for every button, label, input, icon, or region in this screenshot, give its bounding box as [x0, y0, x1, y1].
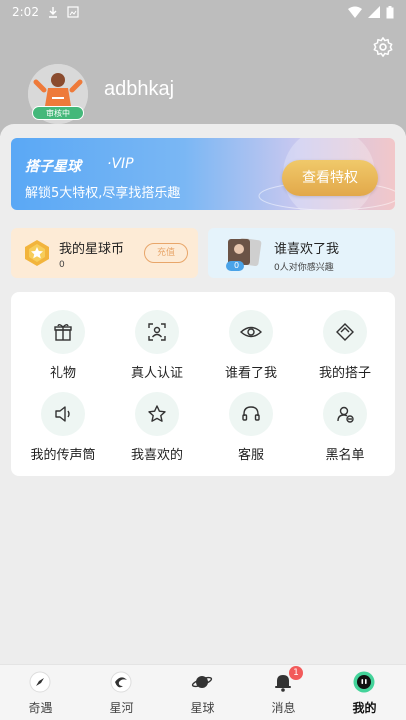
nav-item-planet[interactable]: 星球 — [162, 665, 243, 720]
feature-label: 我的搭子 — [318, 366, 371, 381]
signal-icon — [368, 6, 380, 18]
vip-brand: 搭子星球 — [25, 159, 81, 175]
vip-tag: ·VIP — [107, 156, 134, 172]
nav-label: 星河 — [109, 701, 134, 715]
bottom-nav: 奇遇 星河 星球 1 消息 我的 — [0, 664, 406, 720]
nav-item-profile[interactable]: 我的 — [324, 665, 405, 720]
profile-icon — [353, 671, 375, 693]
liker-avatars — [226, 237, 262, 271]
likes-card[interactable]: 0 谁喜欢了我 0人对你感兴趣 — [208, 228, 395, 278]
nav-item-galaxy[interactable]: 星河 — [81, 665, 162, 720]
gift-icon — [54, 324, 72, 341]
nav-item-encounter[interactable]: 奇遇 — [0, 665, 81, 720]
blacklist-icon — [337, 406, 354, 423]
profile-header: 审核中 adbhkaj — [0, 24, 406, 136]
headset-icon — [242, 406, 260, 421]
planet-icon — [191, 676, 213, 688]
feature-viewers[interactable]: 谁看了我 — [203, 302, 299, 386]
face-verify-icon — [148, 323, 166, 341]
feature-speaker[interactable]: 我的传声筒 — [15, 384, 111, 468]
likes-subtitle: 0人对你感兴趣 — [274, 263, 334, 273]
speaker-icon — [55, 406, 70, 422]
review-status-badge: 审核中 — [32, 106, 84, 120]
coins-card[interactable]: 我的星球币 0 充值 — [11, 228, 198, 278]
coins-value: 0 — [59, 260, 65, 270]
status-time: 2:02 — [12, 5, 39, 19]
battery-icon — [386, 5, 394, 18]
feature-favorites[interactable]: 我喜欢的 — [109, 384, 205, 468]
feature-label: 礼物 — [49, 366, 76, 381]
status-bar: 2:02 — [0, 0, 406, 24]
vip-banner[interactable]: 搭子星球 ·VIP 解锁5大特权,尽享找搭乐趣 查看特权 — [11, 138, 395, 210]
feature-label: 我喜欢的 — [130, 448, 183, 463]
feature-blacklist[interactable]: 黑名单 — [297, 384, 393, 468]
view-privileges-button[interactable]: 查看特权 — [282, 160, 378, 196]
main-content: 搭子星球 ·VIP 解锁5大特权,尽享找搭乐趣 查看特权 我的星球币 0 充值 … — [0, 124, 406, 664]
feature-gift[interactable]: 礼物 — [15, 302, 111, 386]
vip-description: 解锁5大特权,尽享找搭乐趣 — [25, 186, 181, 201]
nav-label: 奇遇 — [28, 701, 53, 715]
username: adbhkaj — [104, 78, 175, 100]
feature-partners[interactable]: 我的搭子 — [297, 302, 393, 386]
wifi-icon — [348, 6, 362, 18]
feature-label: 我的传声筒 — [30, 448, 96, 463]
nav-item-messages[interactable]: 1 消息 — [243, 665, 324, 720]
nav-label: 我的 — [352, 701, 377, 715]
coin-icon — [25, 240, 49, 266]
likes-title: 谁喜欢了我 — [274, 242, 340, 257]
partner-icon — [336, 323, 354, 341]
eye-icon — [240, 326, 262, 338]
recharge-button[interactable]: 充值 — [144, 243, 188, 263]
feature-label: 真人认证 — [130, 366, 183, 381]
compass-icon — [29, 671, 51, 693]
star-icon — [148, 405, 166, 422]
likes-count-badge: 0 — [234, 261, 240, 270]
gear-icon[interactable] — [372, 36, 394, 58]
feature-grid: 礼物 真人认证 谁看了我 我的搭子 我的传声筒 我喜欢的 客服 黑名单 — [11, 292, 395, 476]
nav-label: 星球 — [190, 701, 215, 715]
image-icon — [67, 6, 79, 18]
feature-verify[interactable]: 真人认证 — [109, 302, 205, 386]
coins-title: 我的星球币 — [59, 242, 125, 257]
feature-support[interactable]: 客服 — [203, 384, 299, 468]
feature-label: 谁看了我 — [224, 366, 277, 381]
galaxy-icon — [110, 671, 132, 693]
nav-label: 消息 — [271, 701, 296, 715]
feature-label: 黑名单 — [325, 448, 365, 463]
download-icon — [48, 7, 57, 18]
message-count-badge: 1 — [289, 666, 303, 680]
feature-label: 客服 — [237, 448, 264, 463]
